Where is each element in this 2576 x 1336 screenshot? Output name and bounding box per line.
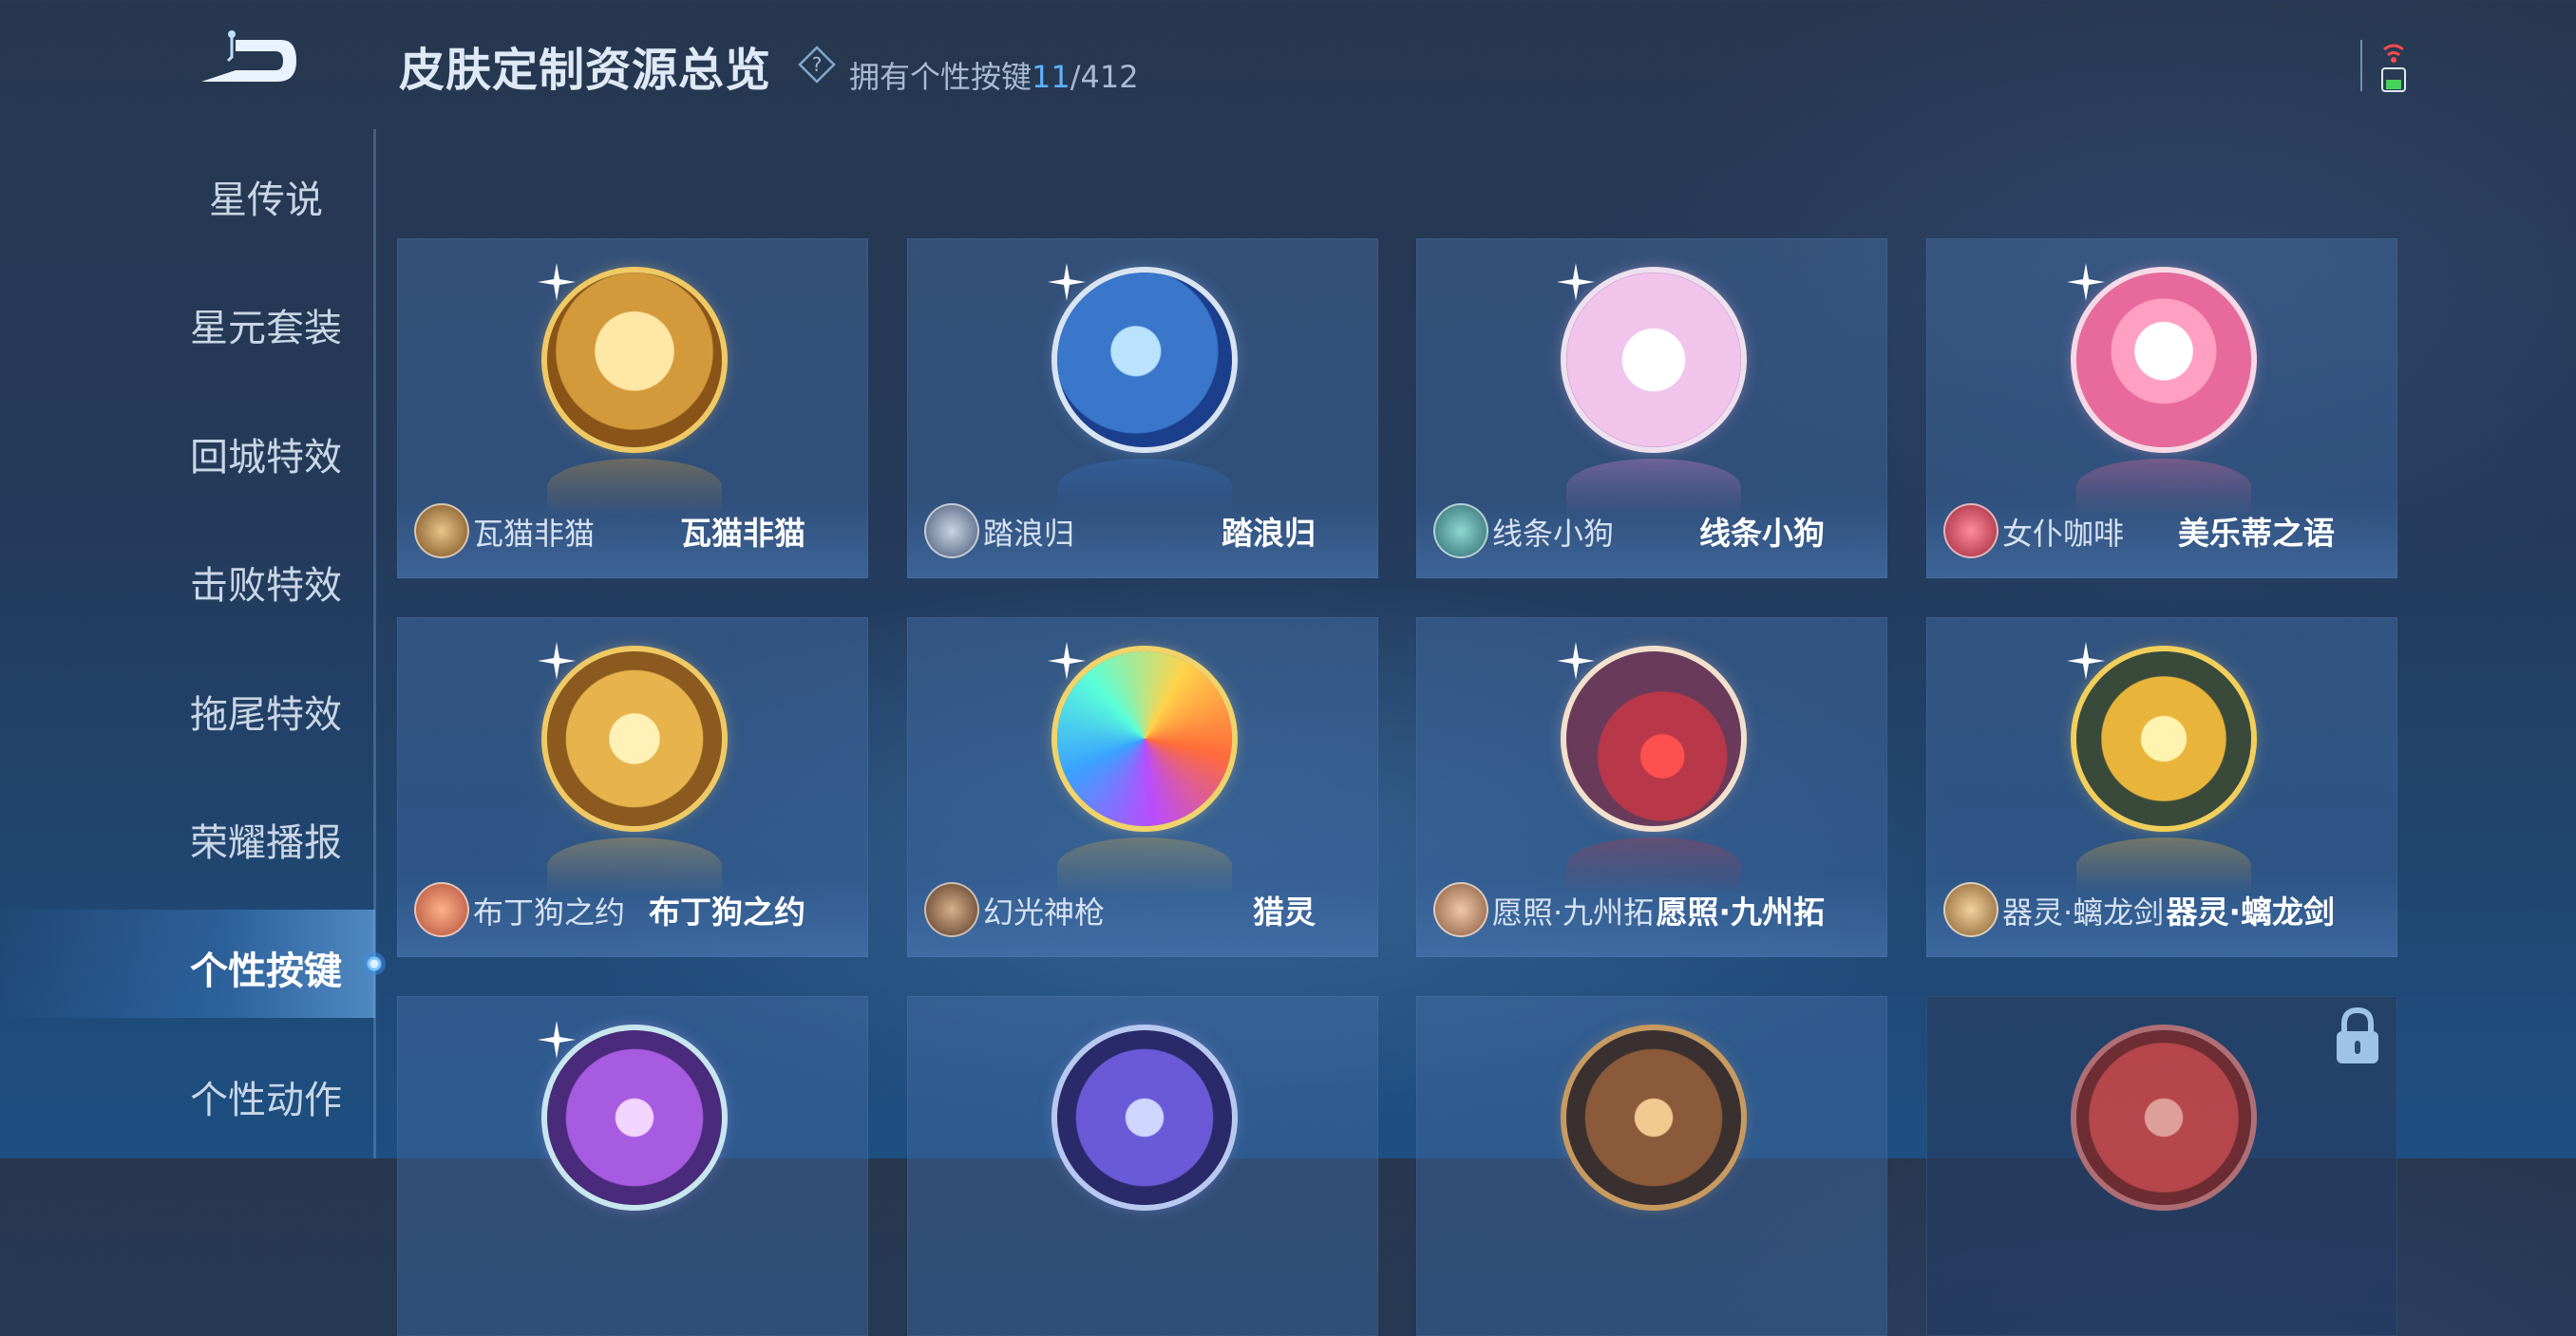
sparkle-icon [1048,263,1086,301]
skin-card[interactable] [1416,996,1887,1336]
medal-reflection [1057,459,1232,516]
sparkle-icon [538,642,576,680]
sparkle-icon [1048,642,1086,680]
sidebar-item-recall-effect[interactable]: 回城特效 [142,426,389,481]
hero-avatar [1433,882,1488,937]
hero-avatar [414,503,469,558]
sidebar-item-trail-effect[interactable]: 拖尾特效 [142,684,389,739]
hero-name: 器灵·螭龙剑 [2002,894,2165,931]
sidebar-item-kill-effect[interactable]: 击败特效 [142,555,389,610]
sidebar-item-custom-buttons[interactable]: 个性按键 [142,940,389,995]
sidebar-divider [373,129,376,1158]
svg-text:?: ? [812,53,823,76]
skin-name: 愿照·九州拓 [1656,894,1825,931]
sparkle-icon [538,263,576,301]
medal-reflection [547,837,722,894]
sidebar-item-star-legend[interactable]: 星传说 [142,169,389,224]
skin-card[interactable]: 器灵·螭龙剑 器灵·螭龙剑 [1926,617,2397,957]
skin-name: 线条小狗 [1699,515,1825,552]
skin-card[interactable] [397,996,868,1336]
hero-name: 踏浪归 [983,516,1075,552]
owned-counter: 拥有个性按键11/412 [849,53,1139,97]
medal-reflection [1566,837,1741,894]
hero-name: 幻光神枪 [983,894,1106,931]
hero-name: 线条小狗 [1492,516,1615,552]
owned-label: 拥有个性按键 [849,59,1032,95]
owned-total: /412 [1070,59,1139,95]
medal-reflection [547,459,722,516]
skin-card[interactable] [907,996,1378,1336]
hero-avatar [924,503,979,558]
medal-reflection [2076,459,2251,516]
skin-name: 美乐蒂之语 [2178,515,2335,552]
page-title: 皮肤定制资源总览 [399,44,772,97]
skin-card[interactable]: 幻光神枪 猎灵 [907,617,1378,957]
medal-reflection [1057,837,1232,894]
medal-reflection [2076,837,2251,894]
sidebar-item-glory-broadcast[interactable]: 荣耀播报 [142,812,389,867]
sparkle-icon [2067,263,2105,301]
owned-count: 11 [1032,59,1070,95]
hero-avatar [414,882,469,937]
hero-avatar [1943,882,1998,937]
back-arrow-icon[interactable] [190,28,304,95]
skin-name: 布丁狗之约 [649,894,805,931]
skin-card[interactable]: 布丁狗之约 布丁狗之约 [397,617,868,957]
sparkle-icon [1557,263,1595,301]
skin-card[interactable]: 愿照·九州拓 愿照·九州拓 [1416,617,1887,957]
lock-icon [2337,1007,2378,1063]
skin-name: 瓦猫非猫 [680,515,805,552]
sidebar-item-custom-actions[interactable]: 个性动作 [142,1069,389,1124]
violet-blade-medal-icon [1057,1030,1232,1205]
sparkle-icon [1557,642,1595,680]
skin-card[interactable]: 瓦猫非猫 瓦猫非猫 [397,238,868,578]
skin-card[interactable]: 线条小狗 线条小狗 [1416,238,1887,578]
medal-reflection [1566,459,1741,516]
question-diamond-icon[interactable]: ? [798,46,836,84]
sparkle-icon [2067,642,2105,680]
skin-name: 器灵·螭龙剑 [2166,894,2335,931]
skin-name: 踏浪归 [1222,515,1316,552]
skin-card[interactable]: 女仆咖啡 美乐蒂之语 [1926,238,2397,578]
skin-card[interactable]: 踏浪归 踏浪归 [907,238,1378,578]
bronze-sword-medal-icon [1566,1030,1741,1205]
skin-card-locked[interactable] [1926,996,2397,1336]
hero-name: 女仆咖啡 [2002,516,2125,552]
hero-avatar [924,882,979,937]
hero-avatar [1943,503,1998,558]
skin-name: 猎灵 [1253,894,1316,931]
hero-name: 瓦猫非猫 [473,516,596,552]
signal-battery-icon [2360,40,2406,92]
sparkle-icon [538,1021,576,1059]
hero-avatar [1433,503,1488,558]
hero-name: 愿照·九州拓 [1492,894,1655,931]
red-locked-medal-icon [2076,1030,2251,1205]
hero-name: 布丁狗之约 [473,894,626,931]
sidebar-item-star-suit[interactable]: 星元套装 [142,297,389,352]
